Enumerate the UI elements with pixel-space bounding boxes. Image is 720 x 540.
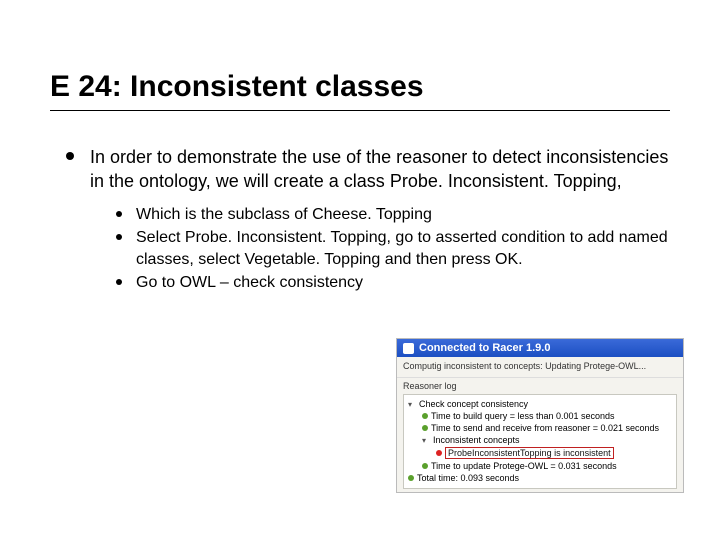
tree-node-label: Total time: 0.093 seconds — [417, 473, 519, 483]
bullet-icon — [422, 425, 428, 431]
tree-node-label: Time to send and receive from reasoner =… — [431, 423, 659, 433]
tree-node-label: Time to build query = less than 0.001 se… — [431, 411, 615, 421]
bullet-sub-1: Which is the subclass of Cheese. Topping — [116, 204, 670, 226]
error-icon — [436, 450, 442, 456]
log-section-label: Reasoner log — [403, 381, 677, 391]
bullet-icon — [422, 413, 428, 419]
bullet-icon — [408, 475, 414, 481]
reasoner-log-tree: ▾ Check concept consistency Time to buil… — [403, 394, 677, 489]
tree-node-label: Time to update Protege-OWL = 0.031 secon… — [431, 461, 617, 471]
tree-expander-icon: ▾ — [408, 400, 416, 409]
tree-node-label: Inconsistent concepts — [433, 435, 520, 445]
tree-node: ▾ Inconsistent concepts — [408, 434, 672, 446]
page-title: E 24: Inconsistent classes — [50, 70, 670, 111]
dialog-icon — [403, 343, 414, 354]
dialog-status: Computig inconsistent to concepts: Updat… — [397, 357, 683, 378]
inconsistent-label: ProbeInconsistentTopping is inconsistent — [445, 447, 614, 459]
bullet-sub-2: Select Probe. Inconsistent. Topping, go … — [116, 227, 670, 270]
reasoner-dialog: Connected to Racer 1.9.0 Computig incons… — [396, 338, 684, 493]
bullet-icon — [422, 463, 428, 469]
tree-node: ▾ Check concept consistency — [408, 398, 672, 410]
dialog-title: Connected to Racer 1.9.0 — [419, 342, 550, 354]
tree-node-label: Check concept consistency — [419, 399, 528, 409]
bullet-main-text: In order to demonstrate the use of the r… — [90, 147, 668, 191]
dialog-titlebar: Connected to Racer 1.9.0 — [397, 339, 683, 357]
tree-node-inconsistent: ProbeInconsistentTopping is inconsistent — [408, 446, 672, 460]
tree-node: Time to update Protege-OWL = 0.031 secon… — [408, 460, 672, 472]
tree-node: Total time: 0.093 seconds — [408, 472, 672, 484]
tree-node: Time to send and receive from reasoner =… — [408, 422, 672, 434]
tree-node: Time to build query = less than 0.001 se… — [408, 410, 672, 422]
tree-expander-icon: ▾ — [422, 436, 430, 445]
bullet-sub-3: Go to OWL – check consistency — [116, 272, 670, 294]
bullet-main: In order to demonstrate the use of the r… — [72, 145, 670, 294]
